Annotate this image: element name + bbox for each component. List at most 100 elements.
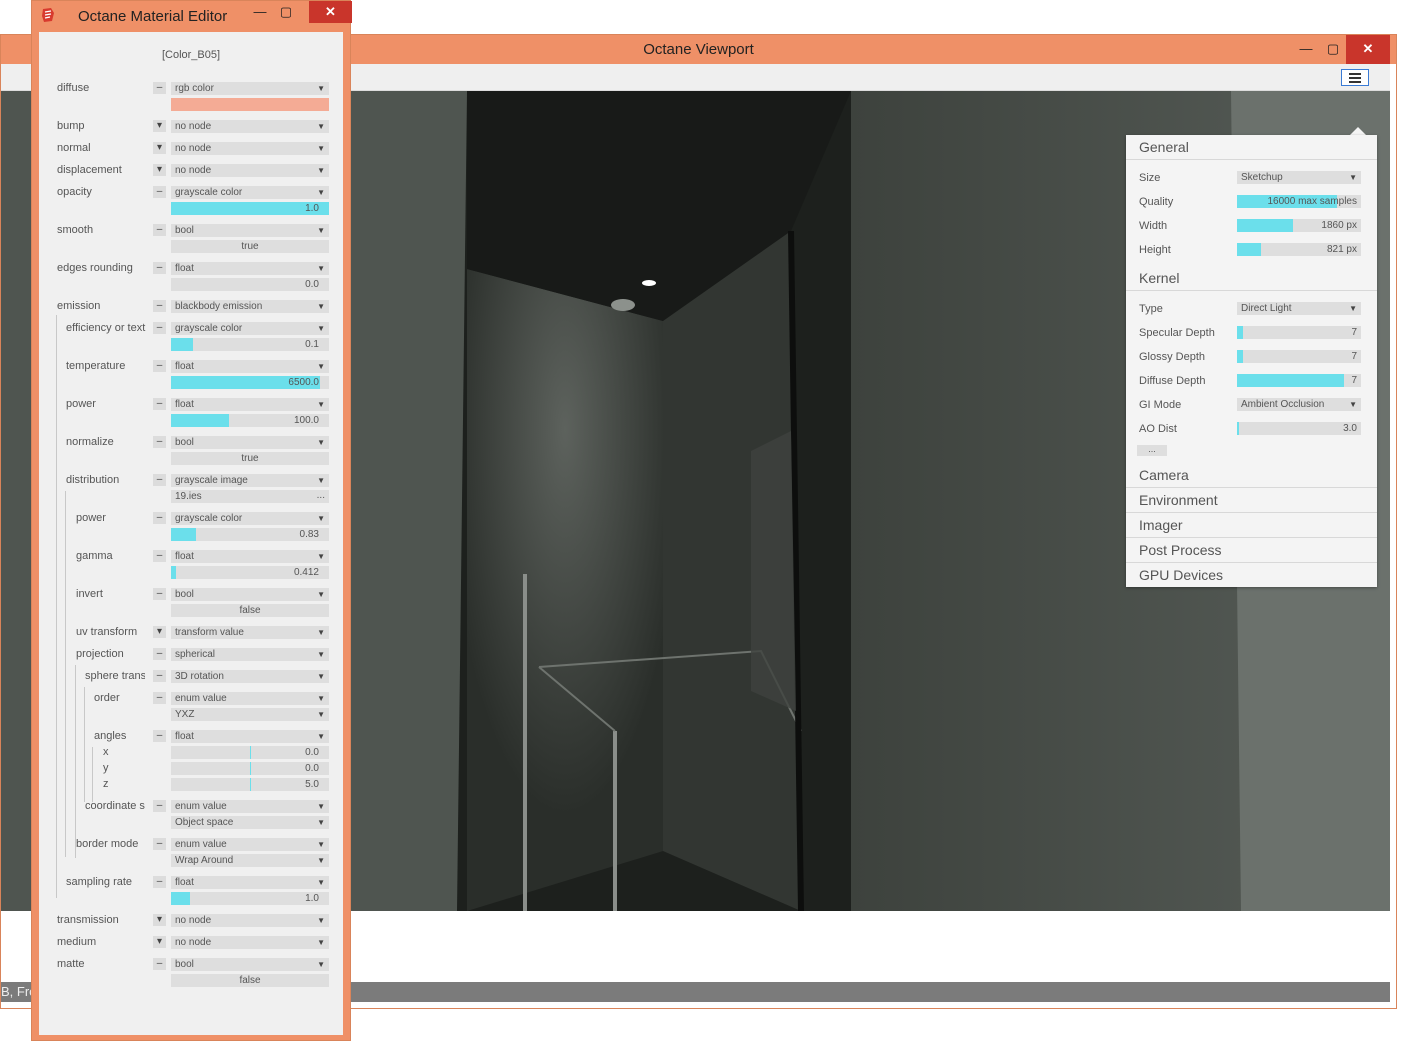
matte-type-dropdown[interactable]: bool ▼	[171, 958, 329, 971]
efficiency-slider[interactable]: 0.1	[171, 338, 329, 351]
section-general[interactable]: General	[1126, 135, 1377, 160]
minimize-icon[interactable]: —	[1292, 35, 1320, 64]
invert-toggle[interactable]: false	[171, 604, 329, 617]
collapse-icon[interactable]: –	[153, 360, 166, 372]
edges-rounding-slider[interactable]: 0.0	[171, 278, 329, 291]
collapse-icon[interactable]: –	[153, 436, 166, 448]
gi-mode-dropdown[interactable]: Ambient Occlusion ▼	[1237, 398, 1361, 411]
collapse-icon[interactable]: –	[153, 224, 166, 236]
collapse-icon[interactable]: –	[153, 398, 166, 410]
displacement-type-dropdown[interactable]: no node ▼	[171, 164, 329, 177]
border-mode-type-dropdown[interactable]: enum value ▼	[171, 838, 329, 851]
opacity-type-dropdown[interactable]: grayscale color ▼	[171, 186, 329, 199]
edges-rounding-type-dropdown[interactable]: float ▼	[171, 262, 329, 275]
border-mode-value-dropdown[interactable]: Wrap Around ▼	[171, 854, 329, 867]
coordinate-space-type-dropdown[interactable]: enum value ▼	[171, 800, 329, 813]
normalize-toggle[interactable]: true	[171, 452, 329, 465]
sphere-transform-type-dropdown[interactable]: 3D rotation ▼	[171, 670, 329, 683]
gamma-slider[interactable]: 0.412	[171, 566, 329, 579]
distribution-file-field[interactable]: 19.ies...	[171, 490, 329, 503]
opacity-slider[interactable]: 1.0	[171, 202, 329, 215]
specular-depth-slider[interactable]: 7	[1237, 326, 1361, 339]
angles-type-dropdown[interactable]: float ▼	[171, 730, 329, 743]
collapse-icon[interactable]: –	[153, 958, 166, 970]
power-slider[interactable]: 100.0	[171, 414, 329, 427]
maximize-icon[interactable]: ▢	[1319, 35, 1347, 64]
order-value-dropdown[interactable]: YXZ ▼	[171, 708, 329, 721]
ao-dist-slider[interactable]: 3.0	[1237, 422, 1361, 435]
gamma-type-dropdown[interactable]: float ▼	[171, 550, 329, 563]
efficiency-type-dropdown[interactable]: grayscale color ▼	[171, 322, 329, 335]
expand-icon[interactable]: ▾	[153, 914, 166, 926]
order-type-dropdown[interactable]: enum value ▼	[171, 692, 329, 705]
smooth-type-dropdown[interactable]: bool ▼	[171, 224, 329, 237]
invert-type-dropdown[interactable]: bool ▼	[171, 588, 329, 601]
section-environment[interactable]: Environment	[1126, 488, 1377, 513]
menu-icon[interactable]	[1341, 69, 1369, 86]
medium-type-dropdown[interactable]: no node ▼	[171, 936, 329, 949]
expand-icon[interactable]: ▾	[153, 120, 166, 132]
distribution-type-dropdown[interactable]: grayscale image ▼	[171, 474, 329, 487]
collapse-icon[interactable]: –	[153, 322, 166, 334]
angle-y-slider[interactable]: 0.0	[171, 762, 329, 775]
height-slider[interactable]: 821 px	[1237, 243, 1361, 256]
distribution-power-slider[interactable]: 0.83	[171, 528, 329, 541]
collapse-icon[interactable]: –	[153, 838, 166, 850]
diffuse-type-dropdown[interactable]: rgb color ▼	[171, 82, 329, 95]
maximize-icon[interactable]: ▢	[272, 1, 300, 23]
smooth-toggle[interactable]: true	[171, 240, 329, 253]
collapse-icon[interactable]: –	[153, 186, 166, 198]
diffuse-depth-slider[interactable]: 7	[1237, 374, 1361, 387]
angle-x-slider[interactable]: 0.0	[171, 746, 329, 759]
collapse-icon[interactable]: –	[153, 670, 166, 682]
collapse-icon[interactable]: –	[153, 588, 166, 600]
sampling-rate-slider[interactable]: 1.0	[171, 892, 329, 905]
collapse-icon[interactable]: –	[153, 474, 166, 486]
collapse-icon[interactable]: –	[153, 300, 166, 312]
uv-transform-type-dropdown[interactable]: transform value ▼	[171, 626, 329, 639]
expand-icon[interactable]: ▾	[153, 626, 166, 638]
matte-toggle[interactable]: false	[171, 974, 329, 987]
quality-slider[interactable]: 16000 max samples	[1237, 195, 1361, 208]
collapse-icon[interactable]: –	[153, 876, 166, 888]
close-icon[interactable]: ✕	[1346, 35, 1390, 64]
close-icon[interactable]: ✕	[309, 1, 352, 23]
section-post-process[interactable]: Post Process	[1126, 538, 1377, 563]
collapse-icon[interactable]: –	[153, 800, 166, 812]
transmission-type-dropdown[interactable]: no node ▼	[171, 914, 329, 927]
power-type-dropdown[interactable]: float ▼	[171, 398, 329, 411]
normal-type-dropdown[interactable]: no node ▼	[171, 142, 329, 155]
collapse-icon[interactable]: –	[153, 512, 166, 524]
temperature-slider[interactable]: 6500.0	[171, 376, 329, 389]
more-button[interactable]: ...	[1137, 445, 1167, 456]
section-gpu-devices[interactable]: GPU Devices	[1126, 563, 1377, 587]
expand-icon[interactable]: ▾	[153, 164, 166, 176]
normalize-type-dropdown[interactable]: bool ▼	[171, 436, 329, 449]
angle-z-slider[interactable]: 5.0	[171, 778, 329, 791]
glossy-depth-slider[interactable]: 7	[1237, 350, 1361, 363]
sampling-rate-type-dropdown[interactable]: float ▼	[171, 876, 329, 889]
expand-icon[interactable]: ▾	[153, 142, 166, 154]
section-camera[interactable]: Camera	[1126, 463, 1377, 488]
distribution-power-type-dropdown[interactable]: grayscale color ▼	[171, 512, 329, 525]
kernel-type-dropdown[interactable]: Direct Light ▼	[1237, 302, 1361, 315]
projection-type-dropdown[interactable]: spherical ▼	[171, 648, 329, 661]
coordinate-space-value-dropdown[interactable]: Object space ▼	[171, 816, 329, 829]
collapse-icon[interactable]: –	[153, 262, 166, 274]
section-kernel[interactable]: Kernel	[1126, 266, 1377, 291]
bump-type-dropdown[interactable]: no node ▼	[171, 120, 329, 133]
diffuse-color-swatch[interactable]	[171, 98, 329, 111]
browse-button[interactable]: ...	[317, 490, 325, 502]
collapse-icon[interactable]: –	[153, 648, 166, 660]
emission-type-dropdown[interactable]: blackbody emission ▼	[171, 300, 329, 313]
width-slider[interactable]: 1860 px	[1237, 219, 1361, 232]
collapse-icon[interactable]: –	[153, 692, 166, 704]
collapse-icon[interactable]: –	[153, 550, 166, 562]
collapse-icon[interactable]: –	[153, 82, 166, 94]
section-imager[interactable]: Imager	[1126, 513, 1377, 538]
collapse-icon[interactable]: –	[153, 730, 166, 742]
temperature-type-dropdown[interactable]: float ▼	[171, 360, 329, 373]
minimize-icon[interactable]: —	[246, 1, 274, 23]
size-dropdown[interactable]: Sketchup ▼	[1237, 171, 1361, 184]
expand-icon[interactable]: ▾	[153, 936, 166, 948]
